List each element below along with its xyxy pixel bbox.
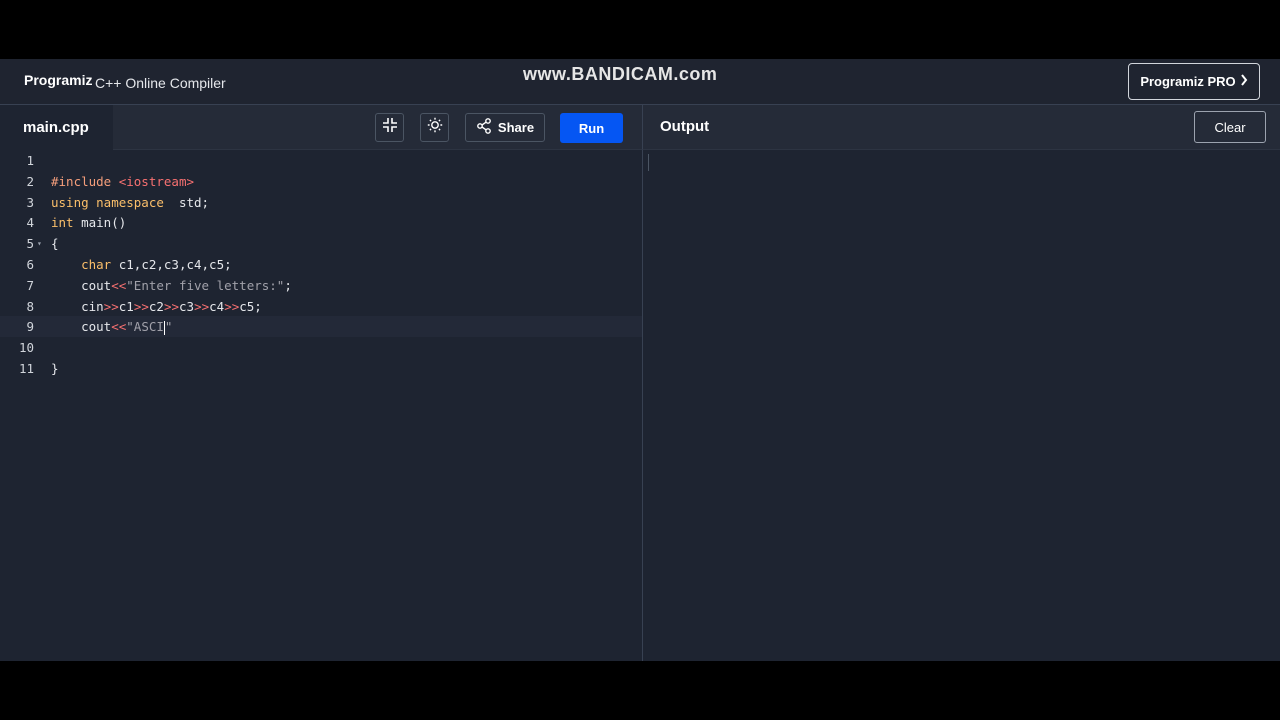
compiler-app: Programiz C++ Online Compiler www.BANDIC… <box>0 59 1280 661</box>
programiz-logo[interactable]: Programiz <box>24 72 92 88</box>
line-number: 9 <box>26 319 34 335</box>
line-number: 3 <box>26 194 34 210</box>
code-token: "Enter five letters:" <box>126 277 285 293</box>
clear-output-button[interactable]: Clear <box>1194 111 1266 143</box>
editor-toolbar: main.cpp Share Run <box>0 105 642 150</box>
code-token: cout <box>51 277 112 293</box>
code-token: c1,c2,c3,c4,c5; <box>111 257 232 272</box>
code-token: c3 <box>179 298 195 314</box>
code-token: using namespace <box>51 194 164 210</box>
code-text: #include <iostream> <box>51 171 194 192</box>
line-number: 6 <box>26 257 34 272</box>
code-token: >> <box>194 298 210 314</box>
code-token: char <box>81 257 112 272</box>
theme-toggle-button[interactable] <box>420 113 449 142</box>
pro-button-label: Programiz PRO <box>1140 74 1236 89</box>
code-token: >> <box>103 298 119 314</box>
share-icon <box>476 118 492 137</box>
run-button[interactable]: Run <box>560 113 623 143</box>
code-line-5[interactable]: 5 ▾ { <box>0 233 642 254</box>
code-text: cout<<"Enter five letters:"; <box>51 275 292 296</box>
app-title: C++ Online Compiler <box>95 75 226 91</box>
code-token: { <box>51 236 59 252</box>
letterbox-bottom <box>0 661 1280 720</box>
output-console[interactable] <box>642 150 1280 661</box>
code-text: } <box>51 358 59 379</box>
output-title: Output <box>660 118 710 135</box>
code-line-4[interactable]: 4 int main() <box>0 212 642 233</box>
code-token: <iostream> <box>118 173 194 189</box>
line-number: 5 <box>26 236 34 252</box>
code-token: << <box>111 319 127 335</box>
code-token: cin <box>51 298 104 314</box>
code-editor[interactable]: 1 2 #include <iostream> 3 using namespace st… <box>0 150 642 661</box>
code-token: >> <box>224 298 240 314</box>
letterbox-top <box>0 0 1280 59</box>
programiz-pro-button[interactable]: Programiz PRO <box>1128 63 1260 100</box>
line-number: 2 <box>26 173 34 189</box>
code-token: c5; <box>239 298 262 314</box>
code-line-10[interactable]: 10 <box>0 337 642 358</box>
fullscreen-toggle-button[interactable] <box>375 113 404 142</box>
code-token: ; <box>284 277 292 293</box>
line-number: 8 <box>26 298 34 314</box>
code-text: char c1,c2,c3,c4,c5; <box>51 254 232 275</box>
code-token: cout <box>51 319 112 335</box>
sun-icon <box>427 117 443 138</box>
output-toolbar: Output Clear <box>642 105 1280 150</box>
share-button[interactable]: Share <box>465 113 545 142</box>
line-number: 4 <box>26 215 34 231</box>
code-text: cout<<"ASCI" <box>51 316 172 337</box>
code-token: int <box>51 215 74 231</box>
fold-chevron-icon[interactable]: ▾ <box>37 233 42 254</box>
code-token: main() <box>73 215 127 231</box>
code-token: >> <box>163 298 179 314</box>
code-token: " <box>164 319 173 335</box>
code-token: std; <box>163 194 210 210</box>
code-line-9[interactable]: 9 cout<<"ASCI" <box>0 316 642 338</box>
logo-text: Programiz <box>24 72 93 88</box>
output-caret <box>648 154 649 171</box>
code-token: >> <box>133 298 149 314</box>
recording-watermark: www.BANDICAM.com <box>523 64 718 84</box>
share-label: Share <box>497 120 535 135</box>
code-line-11[interactable]: 11} <box>0 358 642 379</box>
line-number: 11 <box>18 361 34 376</box>
code-text: cin>>c1>>c2>>c3>>c4>>c5; <box>51 296 262 317</box>
line-number: 1 <box>26 153 34 168</box>
code-line-8[interactable]: 8 cin>>c1>>c2>>c3>>c4>>c5; <box>0 296 642 317</box>
line-number: 7 <box>26 277 34 293</box>
code-token: } <box>51 361 59 376</box>
code-line-6[interactable]: 6 char c1,c2,c3,c4,c5; <box>0 254 642 275</box>
code-token: c2 <box>148 298 164 314</box>
code-token: c1 <box>118 298 134 314</box>
line-number: 10 <box>18 340 34 356</box>
top-header: Programiz C++ Online Compiler www.BANDIC… <box>0 59 1280 105</box>
code-token: << <box>111 277 127 293</box>
code-token: #include <box>51 173 119 189</box>
file-tab-main-cpp[interactable]: main.cpp <box>0 105 113 150</box>
code-text: using namespace std; <box>51 192 209 213</box>
code-text: { <box>51 233 59 254</box>
code-text: int main() <box>51 212 126 233</box>
code-line-1[interactable]: 1 <box>0 150 642 171</box>
code-line-2[interactable]: 2 #include <iostream> <box>0 171 642 192</box>
collapse-icon <box>382 117 398 138</box>
code-line-7[interactable]: 7 cout<<"Enter five letters:"; <box>0 275 642 296</box>
code-token: c4 <box>209 298 225 314</box>
chevron-right-icon <box>1240 74 1248 89</box>
code-token: "ASCI <box>126 319 164 335</box>
code-line-3[interactable]: 3 using namespace std; <box>0 192 642 213</box>
